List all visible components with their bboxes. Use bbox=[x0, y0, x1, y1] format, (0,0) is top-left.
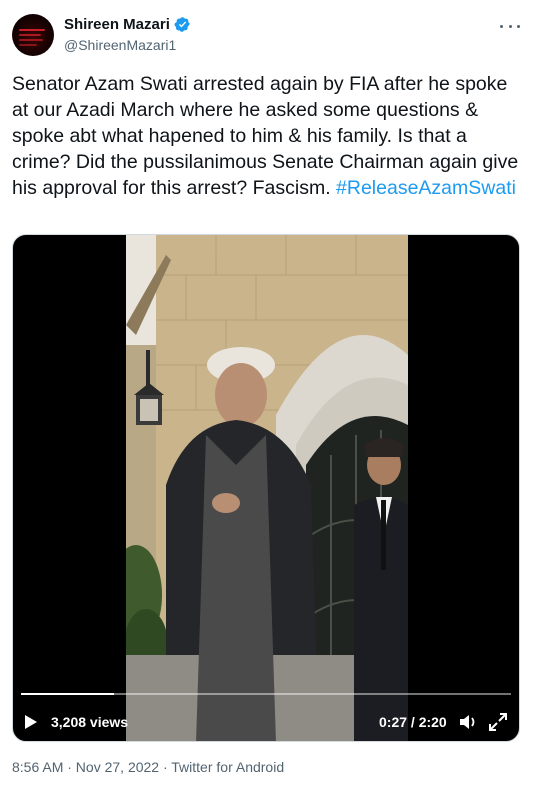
author-name[interactable]: Shireen Mazari bbox=[64, 16, 170, 33]
avatar[interactable] bbox=[12, 14, 54, 56]
video-progress-fill bbox=[21, 693, 115, 695]
verified-badge-icon bbox=[174, 17, 190, 32]
video-frame bbox=[126, 235, 408, 741]
more-options-icon[interactable] bbox=[500, 18, 520, 34]
video-thumbnail bbox=[126, 235, 408, 741]
video-controls: 3,208 views 0:27 / 2:20 bbox=[13, 707, 519, 737]
fullscreen-icon[interactable] bbox=[489, 713, 507, 731]
tweet-timestamp[interactable]: 8:56 AM · Nov 27, 2022 · Twitter for And… bbox=[12, 759, 284, 775]
author-handle[interactable]: @ShireenMazari1 bbox=[64, 37, 176, 53]
hashtag-link[interactable]: #ReleaseAzamSwati bbox=[336, 177, 516, 199]
view-count: 3,208 views bbox=[51, 714, 129, 730]
author-name-row[interactable]: Shireen Mazari bbox=[64, 16, 191, 33]
video-player[interactable]: 3,208 views 0:27 / 2:20 bbox=[12, 234, 520, 742]
tweet-text: Senator Azam Swati arrested again by FIA… bbox=[12, 71, 524, 201]
video-progress-bar[interactable] bbox=[21, 693, 511, 695]
play-icon[interactable] bbox=[25, 715, 37, 729]
volume-icon[interactable] bbox=[459, 714, 477, 730]
tweet: Shireen Mazari @ShireenMazari1 Senator A… bbox=[0, 0, 536, 788]
video-time: 0:27 / 2:20 bbox=[379, 714, 447, 730]
